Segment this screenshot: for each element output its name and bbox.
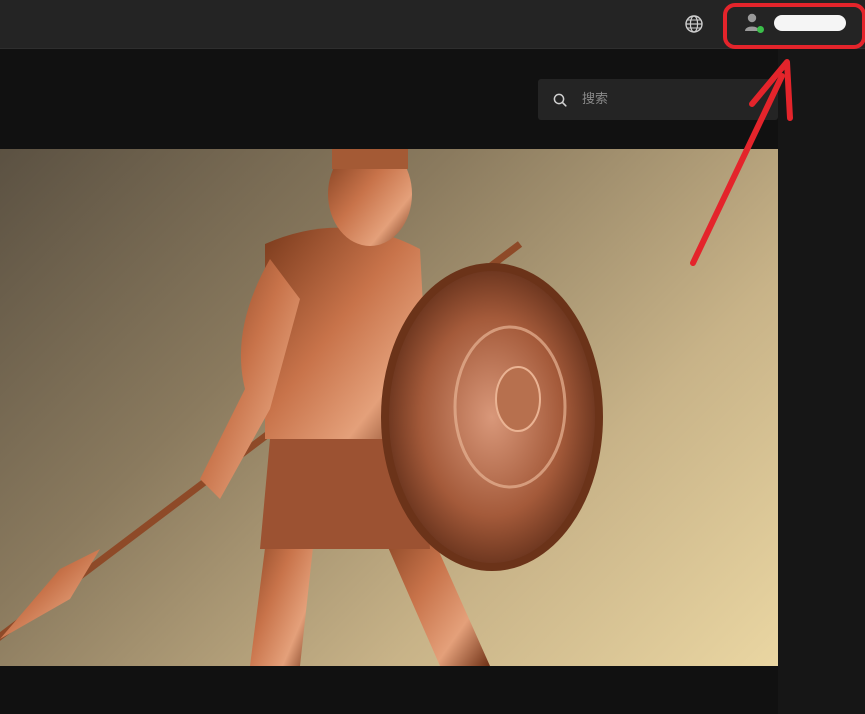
right-side-panel — [778, 49, 865, 714]
search-input[interactable] — [580, 91, 764, 108]
globe-icon — [685, 15, 703, 33]
online-status-dot — [757, 26, 764, 33]
search-box[interactable] — [538, 79, 778, 120]
top-navigation-bar — [0, 0, 865, 49]
search-icon — [553, 93, 567, 107]
warrior-statue-illustration — [0, 149, 603, 666]
avatar — [744, 12, 764, 34]
hero-image[interactable] — [0, 149, 778, 666]
language-button[interactable] — [682, 12, 706, 36]
user-account-menu[interactable] — [740, 8, 852, 38]
username-redacted — [774, 15, 846, 31]
